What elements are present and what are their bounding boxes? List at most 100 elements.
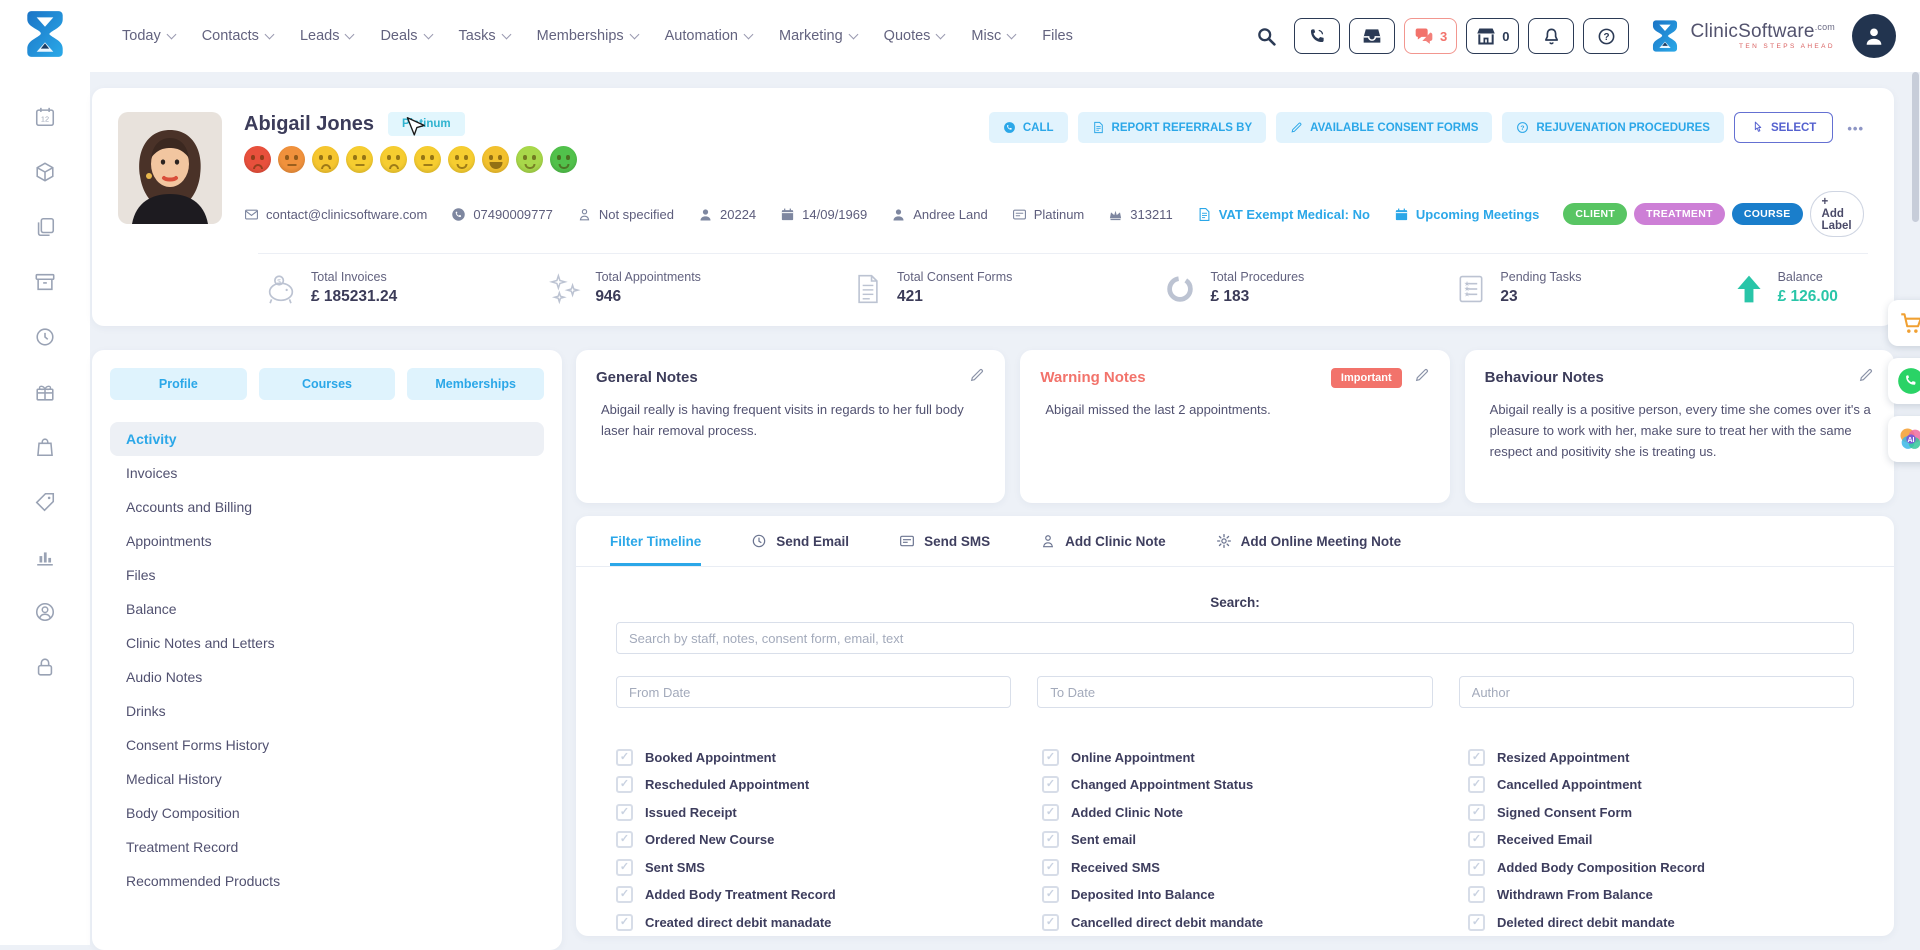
mood-face-4[interactable] bbox=[346, 146, 373, 173]
mood-face-7[interactable] bbox=[448, 146, 475, 173]
mood-face-5[interactable] bbox=[380, 146, 407, 173]
mood-face-9[interactable] bbox=[516, 146, 543, 173]
filter-checkbox-item[interactable]: Added Body Treatment Record bbox=[616, 886, 1042, 904]
nav-deals[interactable]: Deals bbox=[380, 28, 431, 44]
notifications-button[interactable] bbox=[1528, 18, 1574, 54]
menu-item-recommended-products[interactable]: Recommended Products bbox=[110, 864, 544, 898]
gift-icon[interactable] bbox=[34, 381, 56, 403]
filter-checkbox-item[interactable]: Received Email bbox=[1468, 831, 1894, 849]
from-date-input[interactable] bbox=[616, 676, 1011, 708]
filter-checkbox-item[interactable]: Withdrawn From Balance bbox=[1468, 886, 1894, 904]
filter-checkbox-item[interactable]: Sent SMS bbox=[616, 858, 1042, 876]
mood-face-3[interactable] bbox=[312, 146, 339, 173]
nav-contacts[interactable]: Contacts bbox=[202, 28, 273, 44]
dialer-button[interactable] bbox=[1294, 18, 1340, 54]
tab-courses[interactable]: Courses bbox=[259, 368, 396, 400]
filter-checkbox-item[interactable]: Resized Appointment bbox=[1468, 748, 1894, 766]
menu-item-appointments[interactable]: Appointments bbox=[110, 524, 544, 558]
menu-item-consent-forms-history[interactable]: Consent Forms History bbox=[110, 728, 544, 762]
menu-item-clinic-notes-and-letters[interactable]: Clinic Notes and Letters bbox=[110, 626, 544, 660]
nav-quotes[interactable]: Quotes bbox=[884, 28, 945, 44]
filter-checkbox-item[interactable]: Deposited Into Balance bbox=[1042, 886, 1468, 904]
menu-item-accounts-and-billing[interactable]: Accounts and Billing bbox=[110, 490, 544, 524]
report-referrals-button[interactable]: REPORT REFERRALS BY bbox=[1078, 112, 1267, 143]
menu-item-files[interactable]: Files bbox=[110, 558, 544, 592]
tab-profile[interactable]: Profile bbox=[110, 368, 247, 400]
more-options-button[interactable]: ••• bbox=[1843, 112, 1868, 145]
menu-item-invoices[interactable]: Invoices bbox=[110, 456, 544, 490]
tab-send-email[interactable]: Send Email bbox=[751, 516, 849, 566]
filter-checkbox-item[interactable]: Issued Receipt bbox=[616, 803, 1042, 821]
store-button[interactable]: 0 bbox=[1466, 18, 1519, 54]
nav-marketing[interactable]: Marketing bbox=[779, 28, 857, 44]
mood-face-10[interactable] bbox=[550, 146, 577, 173]
mood-face-6[interactable] bbox=[414, 146, 441, 173]
filter-checkbox-item[interactable]: Added Body Composition Record bbox=[1468, 858, 1894, 876]
filter-checkbox-item[interactable]: Booked Appointment bbox=[616, 748, 1042, 766]
tags-icon[interactable] bbox=[34, 491, 56, 513]
mood-face-1[interactable] bbox=[244, 146, 271, 173]
filter-checkbox-item[interactable]: Deleted direct debit mandate bbox=[1468, 913, 1894, 931]
edit-pencil-icon[interactable] bbox=[1414, 367, 1430, 388]
menu-item-activity[interactable]: Activity bbox=[110, 422, 544, 456]
patient-photo[interactable] bbox=[118, 112, 222, 224]
patient-email[interactable]: contact@clinicsoftware.com bbox=[244, 207, 427, 222]
nav-misc[interactable]: Misc bbox=[971, 28, 1015, 44]
menu-item-body-composition[interactable]: Body Composition bbox=[110, 796, 544, 830]
tier-badge[interactable]: Platinum bbox=[388, 112, 465, 136]
filter-checkbox-item[interactable]: Online Appointment bbox=[1042, 748, 1468, 766]
copies-icon[interactable] bbox=[34, 216, 56, 238]
filter-checkbox-item[interactable]: Changed Appointment Status bbox=[1042, 776, 1468, 794]
mood-face-8[interactable] bbox=[482, 146, 509, 173]
lock-icon[interactable] bbox=[34, 656, 56, 678]
user-avatar[interactable] bbox=[1852, 14, 1896, 58]
mood-face-2[interactable] bbox=[278, 146, 305, 173]
app-logo[interactable] bbox=[0, 9, 90, 64]
nav-tasks[interactable]: Tasks bbox=[459, 28, 510, 44]
scrollbar-thumb[interactable] bbox=[1912, 72, 1919, 222]
filter-checkbox-item[interactable]: Signed Consent Form bbox=[1468, 803, 1894, 821]
available-consent-forms-button[interactable]: AVAILABLE CONSENT FORMS bbox=[1276, 112, 1492, 143]
author-input[interactable] bbox=[1459, 676, 1854, 708]
tab-memberships[interactable]: Memberships bbox=[407, 368, 544, 400]
search-icon[interactable] bbox=[1248, 22, 1285, 51]
filter-checkbox-item[interactable]: Cancelled Appointment bbox=[1468, 776, 1894, 794]
timeline-search-input[interactable] bbox=[616, 622, 1854, 654]
edit-pencil-icon[interactable] bbox=[1858, 367, 1874, 388]
calendar-12-icon[interactable] bbox=[34, 106, 56, 128]
menu-item-audio-notes[interactable]: Audio Notes bbox=[110, 660, 544, 694]
filter-checkbox-item[interactable]: Cancelled direct debit mandate bbox=[1042, 913, 1468, 931]
archive-icon[interactable] bbox=[34, 271, 56, 293]
rejuvenation-procedures-button[interactable]: REJUVENATION PROCEDURES bbox=[1502, 112, 1724, 143]
filter-checkbox-item[interactable]: Ordered New Course bbox=[616, 831, 1042, 849]
support-icon[interactable] bbox=[34, 601, 56, 623]
bar-chart-icon[interactable] bbox=[34, 546, 56, 568]
patient-phone[interactable]: 07490009777 bbox=[451, 207, 553, 222]
nav-leads[interactable]: Leads bbox=[300, 28, 354, 44]
call-button[interactable]: CALL bbox=[989, 112, 1068, 143]
help-button[interactable] bbox=[1583, 18, 1629, 54]
edit-pencil-icon[interactable] bbox=[969, 367, 985, 388]
select-button[interactable]: SELECT bbox=[1734, 112, 1833, 143]
to-date-input[interactable] bbox=[1037, 676, 1432, 708]
nav-files[interactable]: Files bbox=[1042, 28, 1073, 44]
tab-add-online-meeting-note[interactable]: Add Online Meeting Note bbox=[1216, 516, 1402, 566]
brand-logo[interactable]: ClinicSoftware.com TEN STEPS AHEAD bbox=[1648, 19, 1835, 53]
package-icon[interactable] bbox=[34, 161, 56, 183]
menu-item-medical-history[interactable]: Medical History bbox=[110, 762, 544, 796]
nav-memberships[interactable]: Memberships bbox=[537, 28, 638, 44]
filter-checkbox-item[interactable]: Added Clinic Note bbox=[1042, 803, 1468, 821]
filter-checkbox-item[interactable]: Rescheduled Appointment bbox=[616, 776, 1042, 794]
shopping-bag-icon[interactable] bbox=[34, 436, 56, 458]
menu-item-drinks[interactable]: Drinks bbox=[110, 694, 544, 728]
history-icon[interactable] bbox=[34, 326, 56, 348]
filter-checkbox-item[interactable]: Received SMS bbox=[1042, 858, 1468, 876]
chat-button[interactable]: 3 bbox=[1404, 18, 1457, 54]
filter-checkbox-item[interactable]: Created direct debit manadate bbox=[616, 913, 1042, 931]
menu-item-balance[interactable]: Balance bbox=[110, 592, 544, 626]
nav-today[interactable]: Today bbox=[122, 28, 175, 44]
tab-add-clinic-note[interactable]: Add Clinic Note bbox=[1040, 516, 1166, 566]
tab-send-sms[interactable]: Send SMS bbox=[899, 516, 990, 566]
inbox-button[interactable] bbox=[1349, 18, 1395, 54]
filter-checkbox-item[interactable]: Sent email bbox=[1042, 831, 1468, 849]
